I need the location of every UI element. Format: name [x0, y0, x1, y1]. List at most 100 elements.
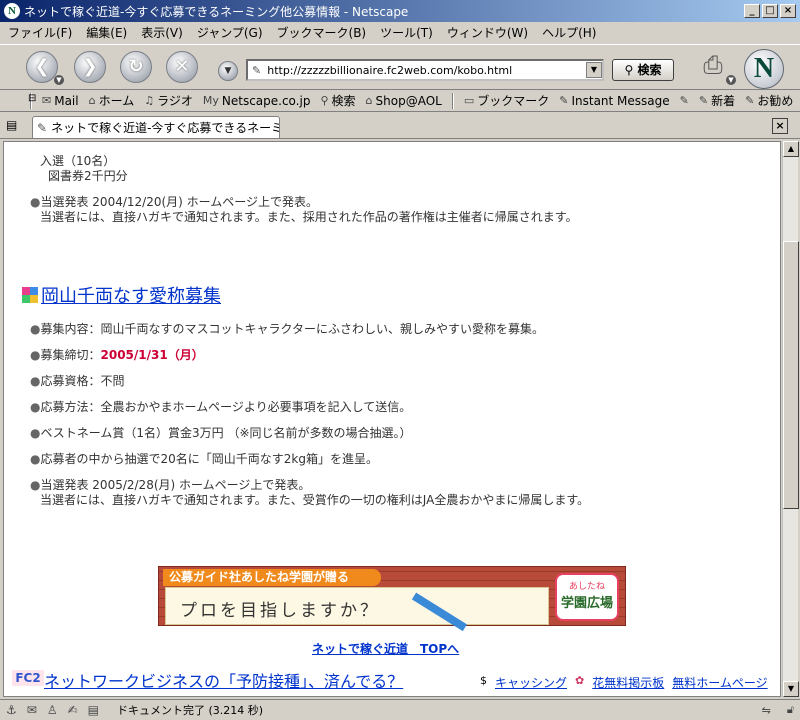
- toolbar-item-label: ラジオ: [157, 94, 193, 108]
- toolbar-item-shop-aol[interactable]: ⌂ Shop@AOL: [366, 94, 442, 108]
- item-text: 応募資格：不問: [40, 374, 125, 388]
- netscape-logo[interactable]: N: [744, 49, 784, 89]
- toolbar-item-radio[interactable]: ♫ ラジオ: [144, 92, 193, 109]
- navigation-toolbar: ❮ ▼ ❯ ↻ ✕ ▼ ✎ http://zzzzzbillionaire.fc…: [0, 44, 800, 90]
- menu-help[interactable]: ヘルプ(H): [542, 24, 596, 41]
- item-label: 募集締切：: [40, 348, 101, 362]
- list-item: ●応募者の中から抽選で20名に「岡山千両なす2kg箱」を進呈。: [30, 450, 378, 467]
- fc2-badge[interactable]: FC2: [12, 670, 44, 686]
- scroll-up-icon[interactable]: ▲: [783, 141, 799, 157]
- list-item: ●募集締切：2005/1/31（月）: [30, 346, 204, 363]
- new-tab-icon[interactable]: ⊟: [28, 93, 48, 109]
- deadline-date: 2005/1/31（月）: [100, 348, 204, 362]
- top-page-link[interactable]: ネットで稼ぐ近道 TOPへ: [312, 640, 459, 657]
- announce-detail: 当選者には、直接ハガキで通知されます。また、採用された作品の著作権は主催者に帰属…: [40, 210, 578, 224]
- print-dropdown-icon[interactable]: ▼: [726, 75, 736, 85]
- pencil-icon: [411, 592, 468, 632]
- minimize-button[interactable]: _: [744, 4, 760, 18]
- free-homepage-link[interactable]: 無料ホームページ: [672, 674, 767, 691]
- menu-bookmarks[interactable]: ブックマーク(B): [277, 24, 367, 41]
- menu-bar: ファイル(F) 編集(E) 表示(V) ジャンプ(G) ブックマーク(B) ツー…: [0, 22, 800, 42]
- toolbar-item-label: Mail: [54, 93, 79, 108]
- list-item: ●応募資格：不問: [30, 372, 125, 389]
- cashing-link[interactable]: キャッシング: [495, 674, 567, 691]
- money-bag-icon: $: [480, 674, 487, 687]
- instant-message-icon[interactable]: ♙: [47, 703, 58, 717]
- toolbar-item-recommend[interactable]: ✎ お勧め: [745, 92, 793, 109]
- bullet-icon: ●: [30, 452, 41, 466]
- toolbar-item-bookmark[interactable]: ✎: [680, 94, 689, 107]
- scroll-down-icon[interactable]: ▼: [783, 681, 799, 697]
- banner-tagline: 公募ガイド社あしたね学園が贈る: [163, 569, 381, 586]
- bullet-icon: ●: [30, 478, 41, 492]
- list-item: ●ベストネーム賞（1名）賞金3万円 （※同じ名前が多数の場合抽選。）: [30, 424, 412, 441]
- bullet-icon: ●: [30, 322, 41, 336]
- toolbar-separator: [451, 92, 454, 109]
- tab-bar: ▤ ✎ ネットで稼ぐ近道-今すぐ応募できるネーミング… ×: [0, 113, 800, 139]
- url-input[interactable]: http://zzzzzbillionaire.fc2web.com/kobo.…: [267, 64, 586, 77]
- url-dropdown-icon[interactable]: ▼: [218, 61, 238, 81]
- menu-edit[interactable]: 編集(E): [86, 24, 127, 41]
- menu-tools[interactable]: ツール(T): [380, 24, 433, 41]
- composer-icon[interactable]: ✍: [68, 703, 78, 717]
- print-icon[interactable]: ⎙: [696, 51, 730, 81]
- menu-window[interactable]: ウィンドウ(W): [447, 24, 528, 41]
- my-netscape-icon: My: [202, 94, 219, 107]
- mail-icon[interactable]: ✉: [27, 703, 37, 717]
- url-bar[interactable]: ✎ http://zzzzzbillionaire.fc2web.com/kob…: [246, 59, 604, 81]
- vertical-scrollbar[interactable]: ▲ ▼: [782, 141, 799, 697]
- reload-button[interactable]: ↻: [120, 51, 152, 83]
- navigator-icon[interactable]: ⚓: [6, 703, 17, 717]
- toolbar-item-netscape[interactable]: My Netscape.co.jp: [203, 94, 311, 108]
- security-lock-icon[interactable]: 🔓︎: [787, 703, 794, 717]
- page-proxy-icon[interactable]: ✎: [252, 64, 261, 77]
- maximize-button[interactable]: □: [762, 4, 778, 18]
- status-text: ドキュメント完了 (3.214 秒): [117, 704, 264, 717]
- menu-go[interactable]: ジャンプ(G): [197, 24, 263, 41]
- flower-board-link[interactable]: 花無料掲示板: [592, 674, 664, 691]
- url-history-dropdown-icon[interactable]: ▼: [586, 62, 602, 78]
- footer-links: $ キャッシング ✿ 花無料掲示板 無料ホームページ: [480, 674, 768, 691]
- banner-logo-main: 学園広場: [560, 596, 613, 611]
- bullet-icon: ●: [30, 426, 41, 440]
- toolbar-item-label: お勧め: [757, 94, 794, 108]
- tab-list-icon[interactable]: ▤: [6, 118, 24, 134]
- toolbar-item-search[interactable]: ⚲ 検索: [320, 92, 355, 109]
- menu-view[interactable]: 表示(V): [141, 24, 183, 41]
- ad-banner[interactable]: 公募ガイド社あしたね学園が贈る プロを目指しますか？ あしたね 学園広場: [158, 566, 626, 632]
- address-book-icon[interactable]: ▤: [88, 703, 99, 717]
- toolbar-item-new[interactable]: ✎ 新着: [699, 92, 735, 109]
- list-item: ●募集内容：岡山千両なすのマスコットキャラクターにふさわしい、親しみやすい愛称を…: [30, 320, 544, 337]
- banner-text: プロを目指しますか？: [180, 601, 380, 621]
- toolbar-item-label: ホーム: [98, 94, 135, 108]
- scroll-thumb[interactable]: [783, 241, 799, 509]
- prize-line: 図書券2千円分: [48, 169, 128, 183]
- bullet-icon: ●: [30, 374, 41, 388]
- forward-button[interactable]: ❯: [74, 51, 106, 83]
- menu-file[interactable]: ファイル(F): [8, 24, 72, 41]
- item-text: 募集内容：岡山千両なすのマスコットキャラクターにふさわしい、親しみやすい愛称を募…: [40, 322, 545, 336]
- search-button[interactable]: ⚲ 検索: [612, 59, 674, 81]
- stop-button[interactable]: ✕: [166, 51, 198, 83]
- page-icon: ✎: [37, 120, 48, 135]
- item-text: ベストネーム賞（1名）賞金3万円 （※同じ名前が多数の場合抽選。）: [40, 426, 412, 440]
- search-button-label: 検索: [637, 63, 662, 77]
- radio-icon: ♫: [144, 94, 155, 107]
- toolbar-item-instant-message[interactable]: ✎ Instant Message: [559, 94, 669, 108]
- heading-link[interactable]: 岡山千両なす愛称募集: [41, 282, 221, 308]
- announce-text: 当選発表 2004/12/20(月) ホームページ上で発表。: [40, 195, 319, 209]
- tab-current[interactable]: ✎ ネットで稼ぐ近道-今すぐ応募できるネーミング…: [32, 116, 280, 138]
- status-bar: ⚓ ✉ ♙ ✍ ▤ ドキュメント完了 (3.214 秒) ⇋ 🔓︎: [0, 699, 800, 720]
- reload-icon: ↻: [128, 56, 144, 77]
- bookmark-icon: ✎: [559, 94, 569, 107]
- back-arrow-icon: ❮: [34, 56, 50, 77]
- list-item: ●応募方法：全農おかやまホームページより必要事項を記入して送信。: [30, 398, 411, 415]
- back-history-dropdown-icon[interactable]: ▼: [54, 75, 64, 85]
- page-content: 入選（10名） 図書券2千円分 ●当選発表 2004/12/20(月) ホームペ…: [3, 141, 781, 697]
- close-tab-button[interactable]: ×: [772, 118, 788, 134]
- tab-label: ネットで稼ぐ近道-今すぐ応募できるネーミング…: [51, 121, 280, 135]
- toolbar-item-home[interactable]: ⌂ ホーム: [89, 92, 135, 109]
- toolbar-item-bookmarks[interactable]: ▭ ブックマーク: [464, 92, 549, 109]
- close-button[interactable]: ×: [780, 4, 796, 18]
- fc2-ad-link[interactable]: ネットワークビジネスの「予防接種」、済んでる？: [44, 668, 403, 692]
